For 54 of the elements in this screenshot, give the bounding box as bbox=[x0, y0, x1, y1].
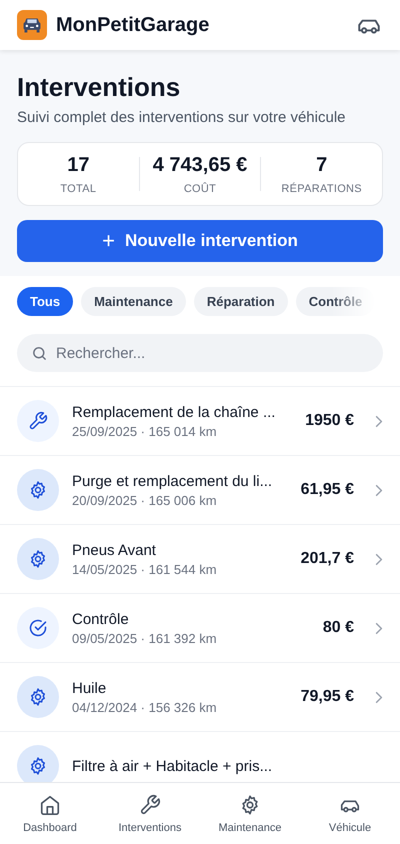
intervention-meta: 04/12/2024 · 156 326 km bbox=[72, 700, 218, 714]
intervention-meta: 25/09/2025 · 165 014 km bbox=[72, 424, 218, 438]
search-field[interactable]: Rechercher... bbox=[17, 334, 383, 372]
stat-value: 7 bbox=[316, 154, 328, 176]
page-subtitle: Suivi complet des interventions sur votre véhicule bbox=[17, 109, 346, 126]
tab-item[interactable]: Interventions bbox=[100, 783, 200, 844]
intervention-row[interactable]: Pneus Avant 14/05/2025 · 161 544 km 201,7 € bbox=[0, 525, 400, 594]
home-icon bbox=[39, 794, 61, 816]
gear-icon bbox=[28, 549, 48, 569]
filter-chip[interactable]: Maintenance bbox=[81, 287, 186, 316]
intervention-price: 61,95 € bbox=[300, 481, 354, 499]
stat-label: COÛT bbox=[184, 182, 216, 194]
intervention-title: Remplacement de la chaîne ... bbox=[72, 404, 276, 420]
chevron-icon bbox=[375, 622, 383, 634]
wrench-icon bbox=[139, 794, 161, 816]
intervention-title: Pneus Avant bbox=[72, 542, 157, 558]
intervention-meta: 20/09/2025 · 165 006 km bbox=[72, 492, 218, 508]
stat-label: RÉPARATIONS bbox=[281, 182, 362, 194]
intervention-title: Filtre à air + Habitacle + pris... bbox=[72, 758, 274, 774]
chevron-icon bbox=[375, 414, 383, 428]
intervention-title: Contrôle bbox=[72, 610, 130, 628]
intervention-meta: 14/05/2025 · 161 544 km bbox=[72, 562, 218, 576]
intervention-row[interactable]: Purge et remplacement du li... 20/09/2025 · 165 006 km 61,95 € bbox=[0, 456, 400, 525]
gear-icon bbox=[28, 480, 48, 500]
tab-item[interactable]: Véhicule bbox=[300, 783, 400, 844]
chevron-icon bbox=[375, 552, 383, 566]
intervention-title: Purge et remplacement du li... bbox=[72, 472, 274, 490]
gear-icon bbox=[28, 756, 48, 776]
new-intervention-button[interactable]: + Nouvelle intervention bbox=[17, 220, 383, 262]
chevron-icon bbox=[375, 484, 383, 496]
intervention-title: Huile bbox=[72, 680, 108, 696]
tab-item[interactable]: Maintenance bbox=[200, 783, 300, 844]
stat-value: 4 743,65 € bbox=[152, 154, 248, 176]
app-title: MonPetitGarage bbox=[56, 14, 210, 36]
intervention-meta: 09/05/2025 · 161 392 km bbox=[72, 630, 218, 646]
filter-chip[interactable]: Réparation bbox=[194, 287, 288, 316]
chevron-icon bbox=[375, 690, 383, 704]
plus-icon: + bbox=[102, 230, 115, 252]
filter-chip[interactable]: Tous bbox=[17, 287, 74, 316]
intervention-row[interactable]: Huile 04/12/2024 · 156 326 km 79,95 € bbox=[0, 663, 400, 732]
stat-label: TOTAL bbox=[60, 182, 96, 194]
page-title: Interventions bbox=[17, 72, 182, 103]
car-logo-icon bbox=[17, 10, 47, 40]
intervention-price: 80 € bbox=[322, 619, 354, 637]
intervention-price: 1950 € bbox=[305, 412, 354, 430]
gear-icon bbox=[28, 687, 48, 707]
stat-value: 17 bbox=[67, 154, 90, 176]
wrench-icon bbox=[28, 411, 48, 431]
intervention-price: 79,95 € bbox=[300, 688, 354, 706]
intervention-row[interactable]: Contrôle 09/05/2025 · 161 392 km 80 € bbox=[0, 594, 400, 663]
tab-item[interactable]: Dashboard bbox=[0, 783, 100, 844]
intervention-price: 201,7 € bbox=[300, 550, 354, 568]
check-circle-icon bbox=[28, 618, 48, 638]
intervention-row[interactable]: Remplacement de la chaîne ... 25/09/2025 · 165 014 km 1950 € bbox=[0, 387, 400, 456]
